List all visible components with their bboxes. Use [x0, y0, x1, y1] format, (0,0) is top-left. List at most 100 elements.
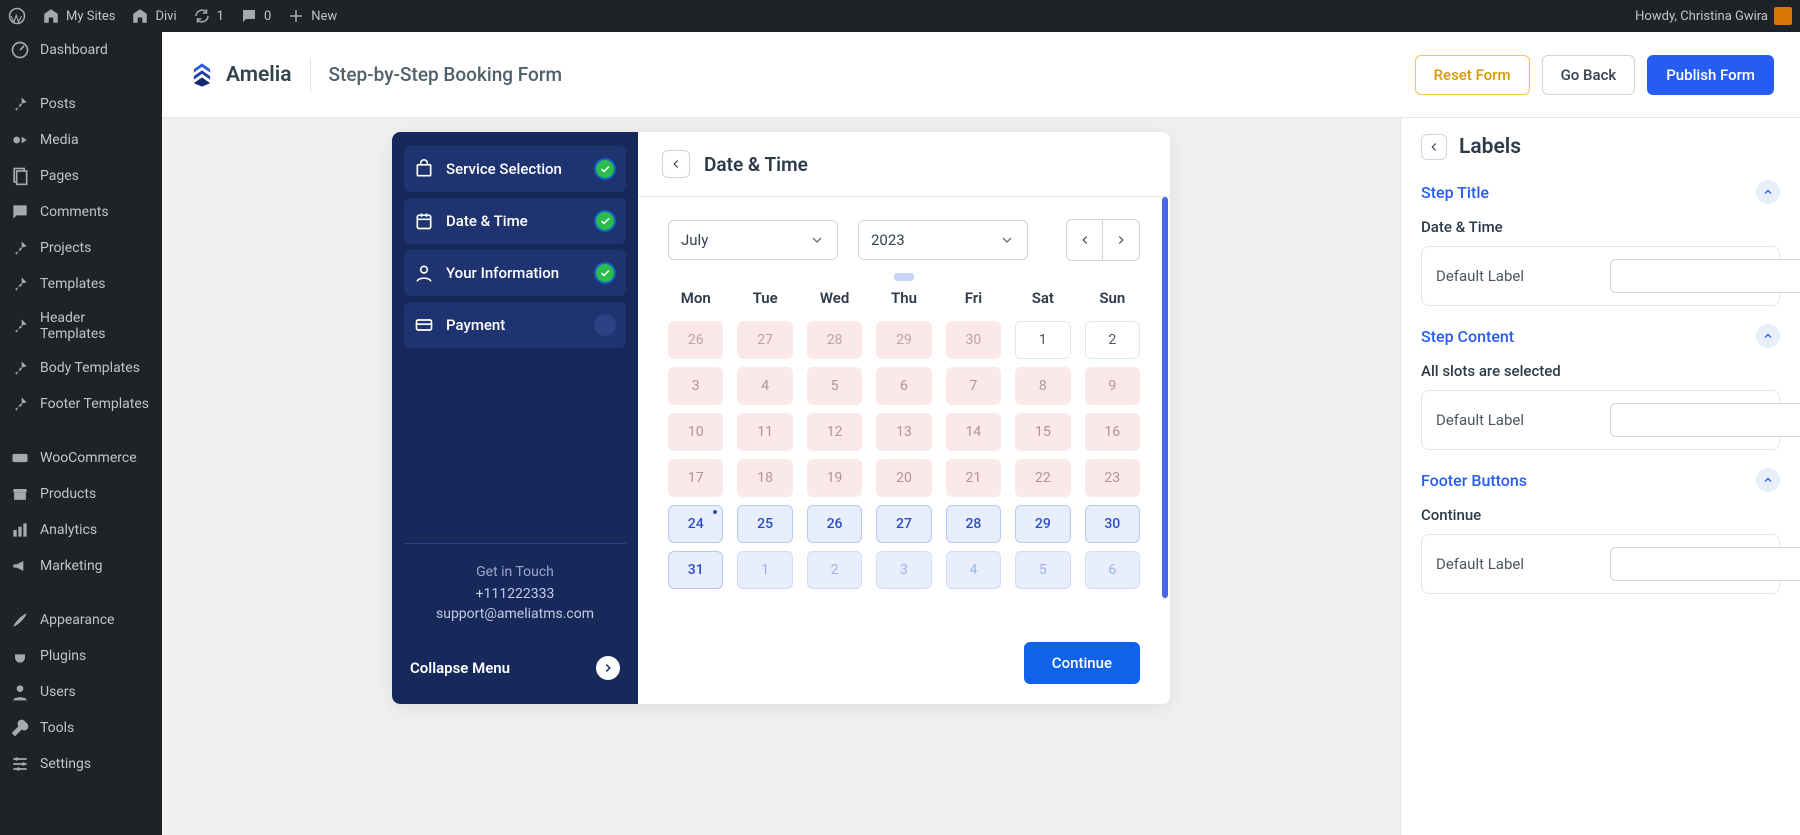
site-home-link[interactable]: Divi — [131, 7, 176, 25]
step-your-information[interactable]: Your Information — [404, 250, 626, 296]
reset-form-button[interactable]: Reset Form — [1415, 55, 1530, 95]
step-content-input[interactable] — [1610, 403, 1800, 437]
menu-users[interactable]: Users — [0, 674, 162, 710]
step-date-time[interactable]: Date & Time — [404, 198, 626, 244]
calendar-weekday: Fri — [946, 289, 1001, 313]
calendar-day: 28 — [807, 321, 862, 359]
calendar-day: 8 — [1015, 367, 1070, 405]
calendar-day: 16 — [1085, 413, 1140, 451]
menu-pages[interactable]: Pages — [0, 158, 162, 194]
menu-woocommerce[interactable]: WooCommerce — [0, 440, 162, 476]
default-label-text: Default Label — [1436, 555, 1596, 573]
calendar-day[interactable]: 1 — [1015, 321, 1070, 359]
updates-link[interactable]: 1 — [193, 7, 224, 25]
menu-products[interactable]: Products — [0, 476, 162, 512]
howdy-user[interactable]: Howdy, Christina Gwira — [1635, 7, 1792, 25]
calendar-day: 30 — [946, 321, 1001, 359]
calendar-day: 10 — [668, 413, 723, 451]
section-step-title[interactable]: Step Title — [1421, 180, 1780, 204]
menu-dashboard[interactable]: Dashboard — [0, 32, 162, 68]
menu-appearance[interactable]: Appearance — [0, 602, 162, 638]
menu-label: Header Templates — [40, 310, 152, 342]
menu-footer-templates[interactable]: Footer Templates — [0, 386, 162, 422]
my-sites-link[interactable]: My Sites — [42, 7, 115, 25]
wp-logo[interactable] — [8, 7, 26, 25]
menu-templates[interactable]: Templates — [0, 266, 162, 302]
amelia-brand-label: Amelia — [226, 63, 292, 87]
sliders-icon — [10, 754, 30, 774]
contact-title: Get in Touch — [404, 564, 626, 580]
next-month-button[interactable] — [1103, 220, 1139, 260]
pin-icon — [10, 94, 30, 114]
menu-comments[interactable]: Comments — [0, 194, 162, 230]
calendar-weekday: Mon — [668, 289, 723, 313]
refresh-icon — [193, 7, 211, 25]
calendar-day: 4 — [946, 551, 1001, 589]
calendar-day[interactable]: 28 — [946, 505, 1001, 543]
menu-plugins[interactable]: Plugins — [0, 638, 162, 674]
calendar-day: 9 — [1085, 367, 1140, 405]
section-heading: Step Title — [1421, 183, 1489, 202]
arrow-right-circle-icon — [596, 656, 620, 680]
menu-label: Appearance — [40, 612, 114, 628]
menu-media[interactable]: Media — [0, 122, 162, 158]
calendar-day[interactable]: 29 — [1015, 505, 1070, 543]
panel-back-button[interactable] — [1421, 134, 1447, 160]
user-icon — [10, 682, 30, 702]
menu-label: Templates — [40, 276, 106, 292]
field-row: Default Label — [1421, 534, 1780, 594]
prev-month-button[interactable] — [1067, 220, 1103, 260]
new-link[interactable]: New — [287, 7, 337, 25]
calendar-day[interactable]: 25 — [737, 505, 792, 543]
menu-marketing[interactable]: Marketing — [0, 548, 162, 584]
contact-block: Get in Touch +111222333 support@ameliatm… — [404, 543, 626, 622]
calendar-weekday: Sun — [1085, 289, 1140, 313]
menu-tools[interactable]: Tools — [0, 710, 162, 746]
menu-posts[interactable]: Posts — [0, 86, 162, 122]
calendar-day: 1 — [737, 551, 792, 589]
step-title-input[interactable] — [1610, 259, 1800, 293]
footer-button-input[interactable] — [1610, 547, 1800, 581]
menu-settings[interactable]: Settings — [0, 746, 162, 782]
pin-icon — [10, 358, 30, 378]
calendar-day: 26 — [668, 321, 723, 359]
step-service-selection[interactable]: Service Selection — [404, 146, 626, 192]
calendar-day[interactable]: 30 — [1085, 505, 1140, 543]
menu-projects[interactable]: Projects — [0, 230, 162, 266]
calendar-day: 6 — [876, 367, 931, 405]
calendar-day[interactable]: 26 — [807, 505, 862, 543]
calendar-day[interactable]: 27 — [876, 505, 931, 543]
section-footer-buttons[interactable]: Footer Buttons — [1421, 468, 1780, 492]
calendar-day: 2 — [807, 551, 862, 589]
calendar-day[interactable]: 31 — [668, 551, 723, 589]
amelia-logo[interactable]: Amelia — [188, 61, 292, 89]
calendar-day[interactable]: 2 — [1085, 321, 1140, 359]
year-select[interactable]: 2023 — [858, 220, 1028, 260]
field-row: Default Label — [1421, 246, 1780, 306]
publish-form-button[interactable]: Publish Form — [1647, 55, 1774, 95]
continue-button[interactable]: Continue — [1024, 642, 1140, 684]
calendar-day: 18 — [737, 459, 792, 497]
panel-title: Labels — [1459, 135, 1521, 159]
month-select[interactable]: July — [668, 220, 838, 260]
menu-analytics[interactable]: Analytics — [0, 512, 162, 548]
my-sites-label: My Sites — [66, 9, 115, 24]
menu-label: Products — [40, 486, 96, 502]
collapse-menu-button[interactable]: Collapse Menu — [404, 646, 626, 690]
menu-header-templates[interactable]: Header Templates — [0, 302, 162, 350]
menu-label: Posts — [40, 96, 76, 112]
new-label: New — [311, 9, 337, 24]
section-step-content[interactable]: Step Content — [1421, 324, 1780, 348]
avatar — [1774, 7, 1792, 25]
menu-body-templates[interactable]: Body Templates — [0, 350, 162, 386]
go-back-button[interactable]: Go Back — [1542, 55, 1636, 95]
menu-label: Plugins — [40, 648, 86, 664]
step-label: Payment — [446, 316, 505, 334]
comments-link[interactable]: 0 — [240, 7, 271, 25]
calendar-day: 5 — [1015, 551, 1070, 589]
calendar-day[interactable]: 24 — [668, 505, 723, 543]
step-payment[interactable]: Payment — [404, 302, 626, 348]
user-icon — [414, 263, 434, 283]
package-icon — [414, 159, 434, 179]
booking-back-button[interactable] — [662, 150, 690, 178]
